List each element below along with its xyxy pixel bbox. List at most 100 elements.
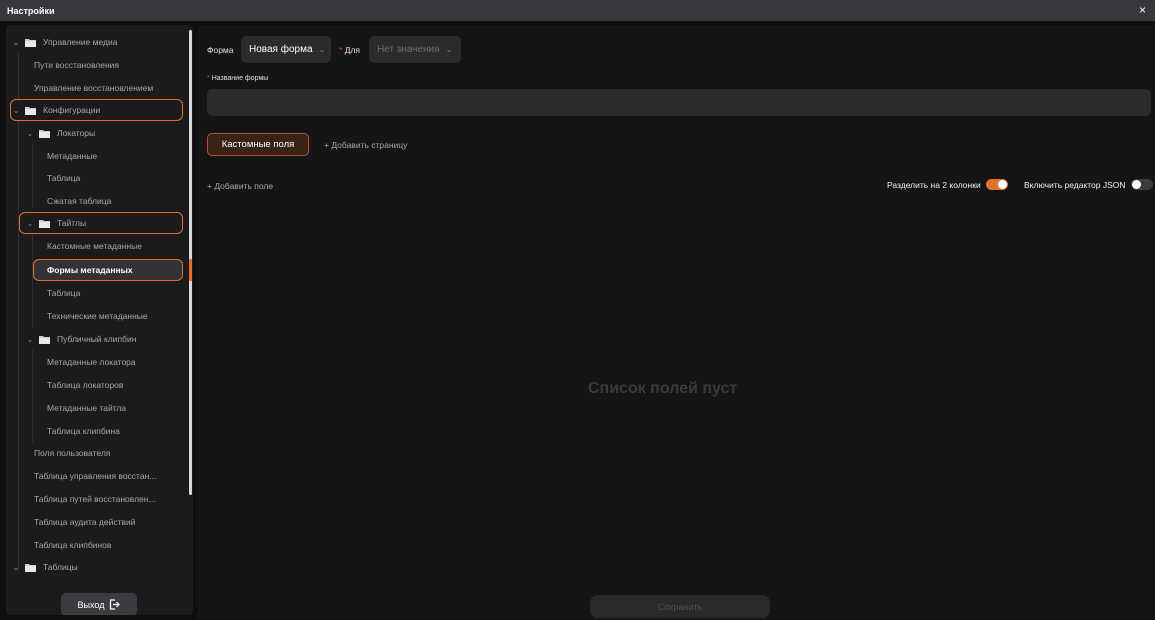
tree-guide xyxy=(32,235,33,327)
tree-label: Управление восстановлением xyxy=(34,83,154,93)
tree-item-clipbins-table[interactable]: Таблица клипбинов xyxy=(34,535,111,555)
tree-label: Таблица локаторов xyxy=(47,380,124,390)
settings-tree: ⌄ Управление медиа Пути восстановления У… xyxy=(6,25,186,580)
tree-label: Поля пользователя xyxy=(34,448,111,458)
tree-label: Таблица xyxy=(47,288,81,298)
tree-label: Локаторы xyxy=(57,128,96,138)
title-bar: Настройки × xyxy=(0,0,1155,21)
add-field-link[interactable]: + Добавить поле xyxy=(207,181,273,191)
tab-custom-fields[interactable]: Кастомные поля xyxy=(207,133,309,156)
add-page-link[interactable]: + Добавить страницу xyxy=(324,140,407,150)
json-editor-label: Включить редактор JSON xyxy=(1024,179,1126,190)
tree-guide xyxy=(18,53,19,101)
save-button[interactable]: Сохранить xyxy=(590,595,770,618)
for-label-text: Для xyxy=(344,45,361,55)
tree-label: Формы метаданных xyxy=(47,265,133,275)
tree-label: Управление медиа xyxy=(43,37,118,47)
for-label: * Для xyxy=(339,45,360,55)
chevron-down-icon: ⌄ xyxy=(26,128,34,138)
tree-guide xyxy=(18,121,19,573)
tree-label: Публичный клипбин xyxy=(57,334,137,344)
close-icon[interactable]: × xyxy=(1136,4,1149,17)
chevron-down-icon: ⌄ xyxy=(26,218,34,228)
tree-folder-tables[interactable]: ⌄ Таблицы xyxy=(12,557,78,577)
split-columns-label: Разделить на 2 колонки xyxy=(887,179,981,190)
tree-label: Конфигурации xyxy=(43,105,101,115)
tree-label: Пути восстановления xyxy=(34,60,120,70)
form-name-label-text: Название формы xyxy=(211,75,269,82)
tree-label: Технические метаданные xyxy=(47,311,148,321)
tree-label: Метаданные тайтла xyxy=(47,403,127,413)
json-editor-switch[interactable] xyxy=(1130,179,1153,190)
folder-icon xyxy=(25,106,37,115)
tree-label: Метаданные локатора xyxy=(47,357,136,367)
split-columns-switch[interactable] xyxy=(985,179,1008,190)
tree-folder-media-management[interactable]: ⌄ Управление медиа xyxy=(12,32,118,52)
tree-folder-configurations[interactable]: ⌄ Конфигурации xyxy=(12,100,101,120)
form-label: Форма xyxy=(207,45,234,55)
chevron-down-icon: ⌄ xyxy=(26,334,34,344)
for-select-value: Нет значения xyxy=(377,44,440,55)
active-indicator xyxy=(189,259,192,281)
sidebar: ⌄ Управление медиа Пути восстановления У… xyxy=(6,25,193,615)
form-select-value: Новая форма xyxy=(249,44,313,55)
chevron-down-icon: ⌄ xyxy=(445,45,453,54)
tree-guide xyxy=(32,144,33,208)
tree-item-title-metadata[interactable]: Метаданные тайтла xyxy=(47,398,126,418)
main-panel: Форма Новая форма ⌄ * Для Нет значения ⌄… xyxy=(198,25,1155,620)
exit-label: Выход xyxy=(77,599,105,610)
tree-item-audit-table[interactable]: Таблица аудита действий xyxy=(34,512,135,532)
folder-icon xyxy=(39,219,51,228)
tree-item-locator-metadata[interactable]: Метаданные локатора xyxy=(47,352,136,372)
tree-item-custom-metadata[interactable]: Кастомные метаданные xyxy=(47,236,142,256)
tree-item-table[interactable]: Таблица xyxy=(47,168,80,188)
tree-folder-public-clipbin[interactable]: ⌄ Публичный клипбин xyxy=(26,329,137,349)
folder-icon xyxy=(39,335,51,344)
tree-item-user-fields[interactable]: Поля пользователя xyxy=(34,443,110,463)
tree-folder-titles[interactable]: ⌄ Тайтлы xyxy=(26,213,86,233)
tree-item-restore-management[interactable]: Управление восстановлением xyxy=(34,78,153,98)
chevron-down-icon: ⌄ xyxy=(12,37,20,47)
tree-label: Таблица клипбина xyxy=(47,426,120,436)
exit-button[interactable]: Выход xyxy=(61,593,137,615)
tree-label: Тайтлы xyxy=(57,218,87,228)
form-name-label: * Название формы xyxy=(207,75,268,82)
tree-item-compact-table[interactable]: Сжатая таблица xyxy=(47,191,111,211)
tree-item-restore-management-table[interactable]: Таблица управления восстан... xyxy=(34,466,156,486)
tree-label: Таблица аудита действий xyxy=(34,517,136,527)
tree-label: Таблица xyxy=(47,173,81,183)
tree-item-restore-paths-table[interactable]: Таблица путей восстановлен... xyxy=(34,489,156,509)
tree-item-titles-table[interactable]: Таблица xyxy=(47,283,80,303)
chevron-down-icon: ⌄ xyxy=(318,45,326,54)
required-asterisk: * xyxy=(339,45,343,55)
window-title: Настройки xyxy=(7,5,55,16)
tree-folder-locators[interactable]: ⌄ Локаторы xyxy=(26,123,95,143)
switch-knob xyxy=(1131,180,1141,189)
tree-label: Таблица клипбинов xyxy=(34,540,112,550)
switch-knob xyxy=(997,180,1007,189)
json-editor-toggle-row: Включить редактор JSON xyxy=(1024,179,1153,190)
form-name-input[interactable] xyxy=(207,89,1151,116)
required-asterisk: * xyxy=(207,75,210,82)
logout-icon xyxy=(109,599,121,610)
tree-label: Метаданные xyxy=(47,151,98,161)
chevron-down-icon: ⌄ xyxy=(12,562,20,572)
folder-icon xyxy=(25,563,37,572)
for-select[interactable]: Нет значения ⌄ xyxy=(369,36,461,63)
tree-item-restore-paths[interactable]: Пути восстановления xyxy=(34,55,119,75)
tree-item-clipbin-table[interactable]: Таблица клипбина xyxy=(47,421,120,441)
tree-item-metadata[interactable]: Метаданные xyxy=(47,146,97,166)
folder-icon xyxy=(39,129,51,138)
tree-label: Таблица управления восстан... xyxy=(34,471,157,481)
tree-label: Таблицы xyxy=(43,562,78,572)
split-columns-toggle-row: Разделить на 2 колонки xyxy=(887,179,1008,190)
tree-guide xyxy=(32,350,33,442)
tree-item-technical-metadata[interactable]: Технические метаданные xyxy=(47,306,148,326)
chevron-down-icon: ⌄ xyxy=(12,105,20,115)
empty-fields-message: Список полей пуст xyxy=(588,380,738,397)
form-select[interactable]: Новая форма ⌄ xyxy=(241,36,331,63)
folder-icon xyxy=(25,38,37,47)
tree-label: Кастомные метаданные xyxy=(47,241,142,251)
tree-item-locators-table[interactable]: Таблица локаторов xyxy=(47,375,123,395)
tree-item-metadata-forms[interactable]: Формы метаданных xyxy=(47,260,133,280)
